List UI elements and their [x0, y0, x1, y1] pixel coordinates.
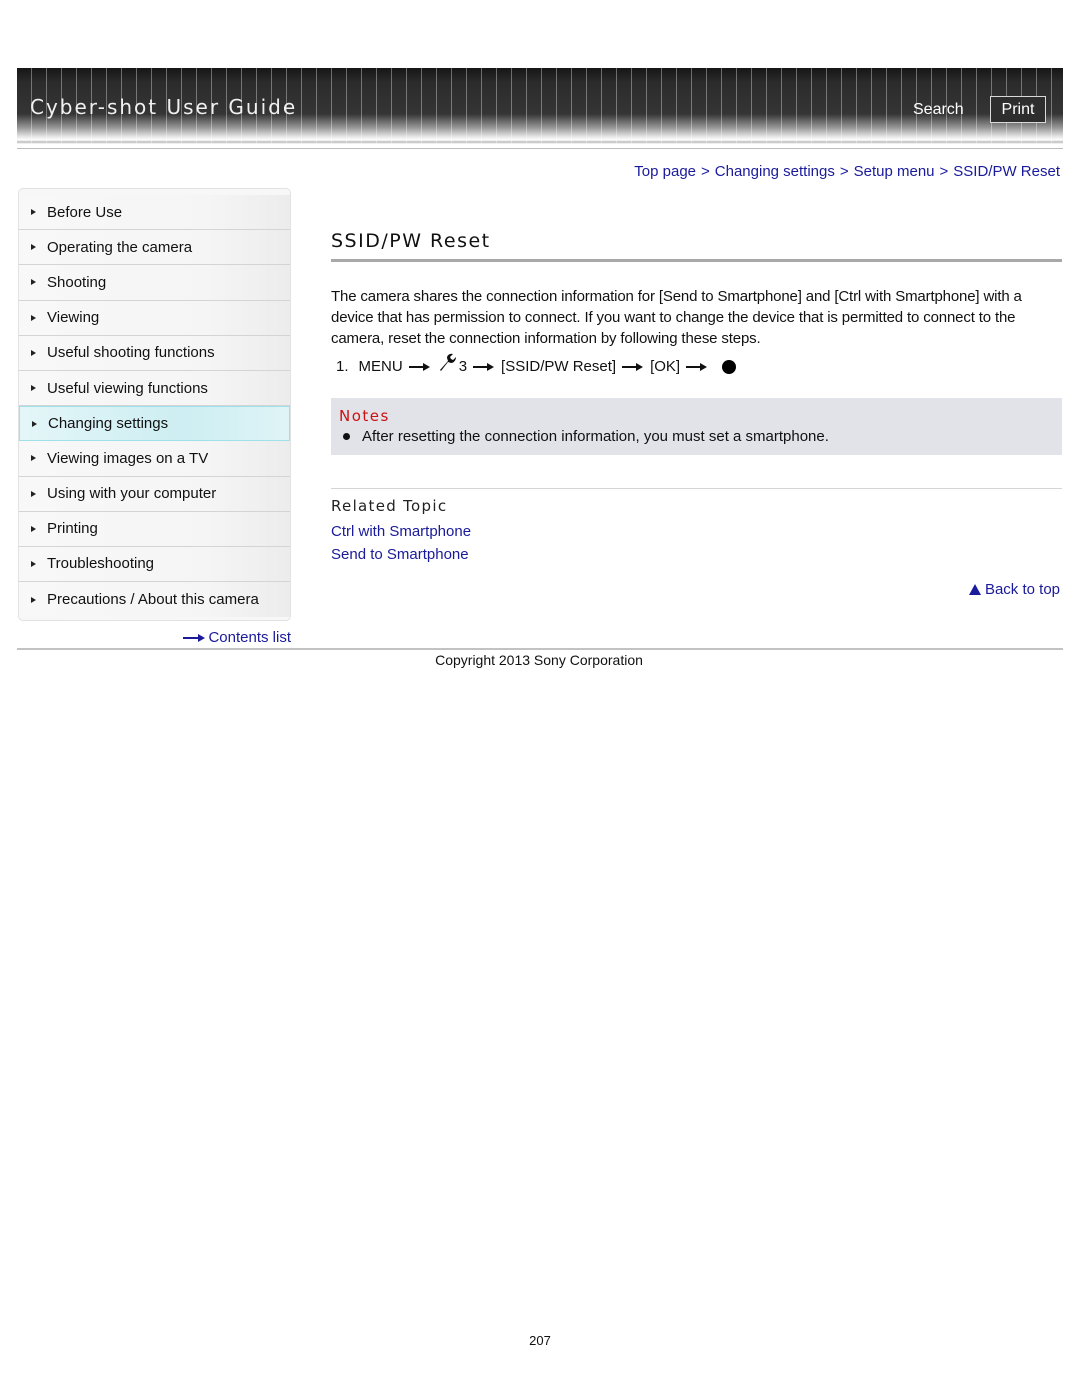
- sidebar-item-label: Useful shooting functions: [47, 344, 215, 362]
- wrench-icon: [439, 353, 456, 371]
- triangle-up-icon: [968, 584, 981, 595]
- sidebar-item-label: Viewing images on a TV: [47, 449, 209, 467]
- triangle-right-icon: [31, 525, 36, 532]
- breadcrumb-separator: >: [701, 163, 710, 180]
- arrow-icon: [408, 362, 431, 371]
- arrow-right-icon: [183, 633, 206, 642]
- notes-title: Notes: [339, 407, 390, 425]
- page-title: SSID/PW Reset: [331, 230, 491, 252]
- breadcrumb: Top page > Changing settings > Setup menu > SS…: [634, 163, 1060, 180]
- back-to-top-link[interactable]: Back to top: [968, 581, 1060, 598]
- related-link-send-to-smartphone[interactable]: Send to Smartphone: [331, 546, 469, 563]
- sidebar-item-label: Precautions / About this camera: [47, 591, 259, 609]
- sidebar-item-label: Changing settings: [48, 415, 169, 433]
- search-link[interactable]: Search: [913, 101, 964, 119]
- arrow-icon: [686, 362, 708, 371]
- related-link-ctrl-with-smartphone[interactable]: Ctrl with Smartphone: [331, 523, 471, 540]
- related-divider: [331, 488, 1062, 489]
- sidebar-item-before-use[interactable]: Before Use: [19, 195, 290, 231]
- contents-list-label: Contents list: [208, 629, 291, 646]
- sidebar-item-viewing[interactable]: Viewing: [19, 300, 290, 336]
- triangle-right-icon: [31, 209, 36, 216]
- intro-paragraph: The camera shares the connection informa…: [331, 288, 1022, 347]
- sidebar-item-label: Using with your computer: [47, 485, 217, 503]
- sidebar-item-operating-the-camera[interactable]: Operating the camera: [19, 230, 290, 266]
- sidebar-item-label: Troubleshooting: [47, 555, 155, 573]
- step-1: 1. MENU 3 [SSID/PW Reset] [OK]: [336, 353, 737, 375]
- setup-tab-number: 3: [458, 358, 468, 375]
- notes-item-text: After resetting the connection informati…: [362, 428, 829, 445]
- sidebar-item-shooting[interactable]: Shooting: [19, 265, 290, 301]
- related-topic-title: Related Topic: [331, 497, 448, 515]
- breadcrumb-setup-menu[interactable]: Setup menu: [854, 163, 935, 180]
- copyright: Copyright 2013 Sony Corporation: [435, 652, 643, 668]
- page-number: 207: [529, 1333, 551, 1348]
- print-button[interactable]: Print: [990, 96, 1046, 123]
- back-to-top-label: Back to top: [984, 581, 1060, 598]
- sidebar-item-viewing-images-on-a-tv[interactable]: Viewing images on a TV: [19, 441, 290, 477]
- breadcrumb-separator: >: [939, 163, 949, 180]
- triangle-right-icon: [31, 596, 36, 603]
- sidebar-item-label: Viewing: [47, 309, 100, 327]
- breadcrumb-separator: >: [839, 163, 849, 180]
- triangle-right-icon: [32, 420, 37, 427]
- center-button-icon: [722, 359, 737, 374]
- breadcrumb-top-page[interactable]: Top page: [634, 163, 696, 180]
- sidebar-item-changing-settings[interactable]: Changing settings: [19, 406, 290, 442]
- arrow-icon: [473, 362, 495, 371]
- sidebar-nav: Before Use Operating the camera Shooting…: [18, 188, 291, 621]
- header-divider: [17, 148, 1063, 149]
- breadcrumb-changing-settings[interactable]: Changing settings: [715, 163, 835, 180]
- sidebar-item-troubleshooting[interactable]: Troubleshooting: [19, 546, 290, 583]
- sidebar-item-label: Before Use: [47, 203, 123, 221]
- sidebar-item-useful-viewing-functions[interactable]: Useful viewing functions: [19, 370, 290, 407]
- triangle-right-icon: [31, 349, 36, 356]
- triangle-right-icon: [31, 279, 36, 286]
- sidebar-item-label: Printing: [47, 520, 98, 538]
- sidebar-item-precautions[interactable]: Precautions / About this camera: [19, 582, 290, 618]
- triangle-right-icon: [31, 314, 36, 321]
- step-number: 1.: [336, 358, 349, 375]
- triangle-right-icon: [31, 560, 36, 567]
- step-menu: MENU: [358, 358, 403, 375]
- title-divider: [331, 259, 1062, 262]
- triangle-right-icon: [31, 244, 36, 251]
- triangle-right-icon: [31, 490, 36, 497]
- footer-divider: [17, 648, 1063, 650]
- bullet-icon: [343, 433, 350, 440]
- sidebar-item-using-with-your-computer[interactable]: Using with your computer: [19, 476, 290, 512]
- notes-item: After resetting the connection informati…: [343, 428, 829, 445]
- notes-box: Notes After resetting the connection inf…: [331, 398, 1062, 455]
- sidebar-item-useful-shooting-functions[interactable]: Useful shooting functions: [19, 335, 290, 371]
- sidebar-item-printing[interactable]: Printing: [19, 511, 290, 547]
- arrow-icon: [622, 362, 644, 371]
- triangle-right-icon: [31, 385, 36, 392]
- step-ok: [OK]: [650, 358, 681, 375]
- sidebar-item-label: Shooting: [47, 273, 107, 291]
- site-title: Cyber-shot User Guide: [30, 95, 298, 119]
- triangle-right-icon: [31, 455, 36, 462]
- site-header: Cyber-shot User Guide Search Print: [17, 68, 1063, 144]
- breadcrumb-current[interactable]: SSID/PW Reset: [953, 163, 1060, 180]
- sidebar-item-label: Useful viewing functions: [47, 379, 208, 397]
- sidebar-item-label: Operating the camera: [47, 238, 193, 256]
- step-item: [SSID/PW Reset]: [501, 358, 617, 375]
- contents-list-link[interactable]: Contents list: [183, 629, 291, 646]
